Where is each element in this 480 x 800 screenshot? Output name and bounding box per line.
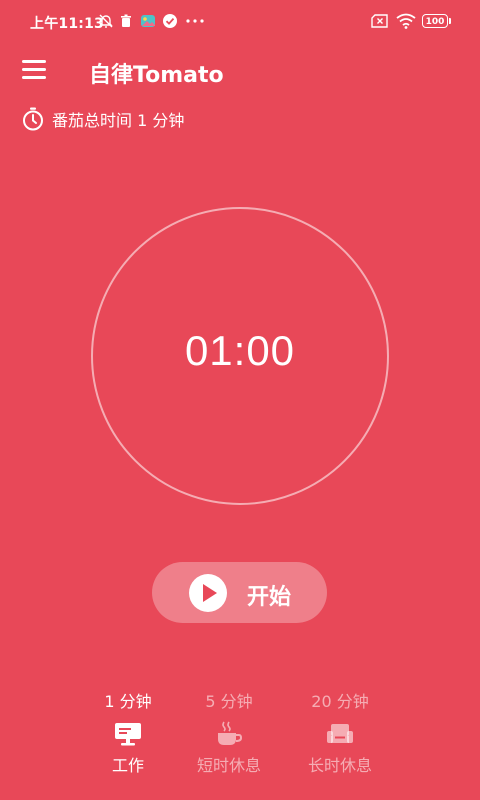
app-bar: 自律Tomato [0,44,480,100]
mode-long-break[interactable]: 20 分钟 长时休息 [280,690,400,776]
start-button-label: 开始 [247,585,292,610]
stopwatch-icon [23,107,43,131]
mode-duration: 5 分钟 [205,692,253,711]
wifi-icon [395,12,417,30]
mode-label: 长时休息 [307,756,372,775]
mute-bell-icon [97,12,115,30]
gallery-icon [139,12,157,30]
status-time: 上午11:13 [30,16,104,32]
coffee-cup-icon [218,721,243,745]
sim-error-icon [371,12,389,30]
menu-icon [22,60,46,63]
mode-duration: 20 分钟 [311,692,369,711]
app-title: 自律Tomato [89,63,224,88]
play-icon [189,574,227,612]
sofa-icon [327,724,353,743]
start-button[interactable]: 开始 [152,562,327,623]
battery-indicator: 100 [422,14,451,28]
check-circle-icon [161,12,179,30]
total-time-summary: 番茄总时间 1 分钟 [22,106,184,132]
timer-display: 01:00 [184,327,296,374]
mode-label: 短时休息 [196,756,261,775]
trash-icon [117,12,135,30]
total-time-text: 番茄总时间 1 分钟 [52,111,185,130]
mode-short-break[interactable]: 5 分钟 短时休息 [169,690,289,776]
more-icon [184,12,206,30]
monitor-icon [115,723,141,746]
status-bar: 上午11:13 100 [0,0,480,44]
menu-button[interactable] [22,60,46,80]
